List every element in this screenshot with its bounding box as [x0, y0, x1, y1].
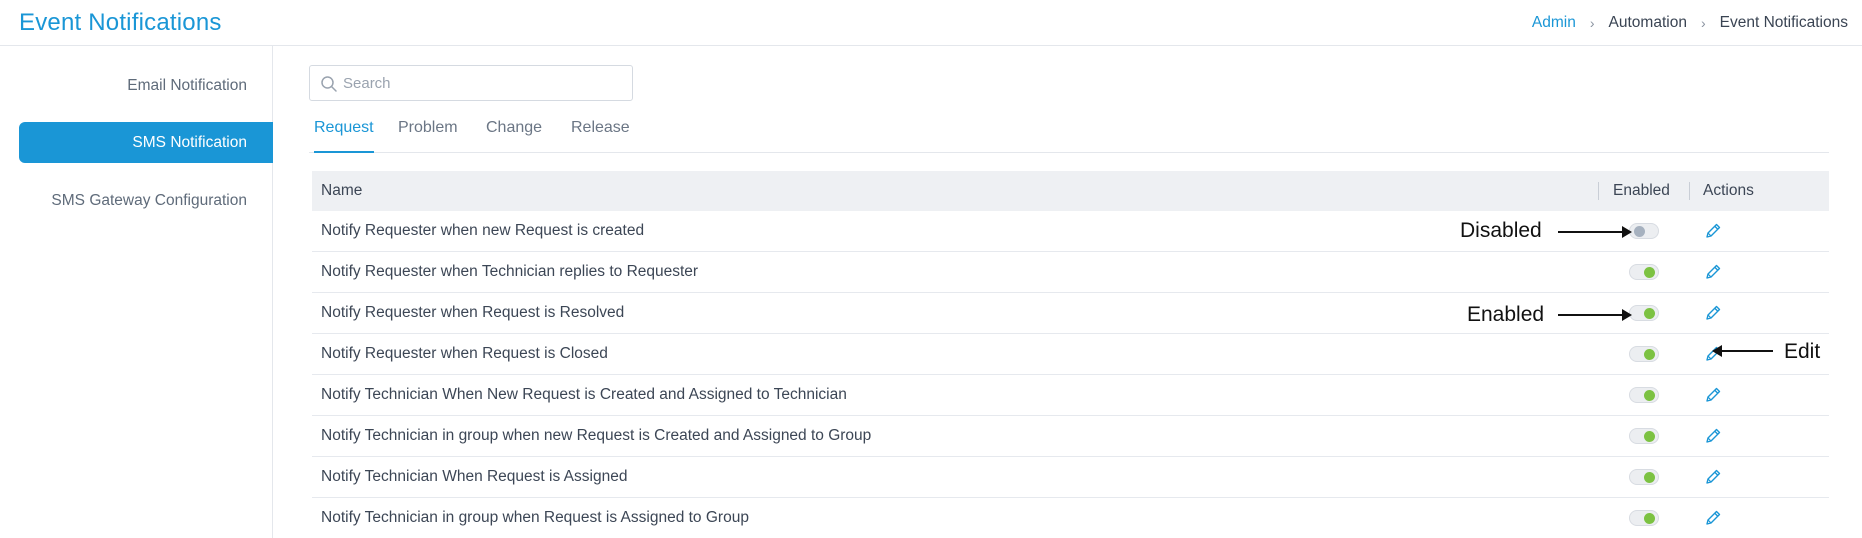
sidebar: Email Notification SMS Notification SMS … [0, 46, 273, 538]
table-row: Notify Technician in group when new Requ… [312, 416, 1829, 457]
breadcrumb: Admin › Automation › Event Notifications [1532, 14, 1848, 32]
annotation-arrow-left [1712, 345, 1773, 357]
pencil-icon[interactable] [1704, 386, 1722, 404]
enabled-toggle[interactable] [1629, 264, 1659, 280]
table-body: Notify Requester when new Request is cre… [312, 211, 1829, 538]
sidebar-item-sms-notification[interactable]: SMS Notification [19, 122, 273, 163]
tab-request[interactable]: Request [314, 119, 374, 153]
column-divider [1689, 182, 1690, 200]
toggle-knob [1644, 513, 1655, 524]
table-row: Notify Technician When New Request is Cr… [312, 375, 1829, 416]
search-icon [321, 76, 337, 92]
tab-change[interactable]: Change [486, 119, 542, 153]
enabled-toggle[interactable] [1629, 469, 1659, 485]
notification-name: Notify Requester when new Request is cre… [321, 222, 645, 239]
page-header: Event Notifications Admin › Automation ›… [0, 0, 1862, 46]
toggle-knob [1644, 431, 1655, 442]
enabled-toggle[interactable] [1629, 223, 1659, 239]
notification-name: Notify Requester when Request is Closed [321, 345, 608, 362]
notification-name: Notify Requester when Request is Resolve… [321, 304, 625, 321]
notifications-table: Name Enabled Actions Notify Requester wh… [312, 171, 1829, 538]
column-divider [1598, 182, 1599, 200]
pencil-icon[interactable] [1704, 263, 1722, 281]
sidebar-item-sms-gateway-configuration[interactable]: SMS Gateway Configuration [19, 180, 273, 221]
enabled-toggle[interactable] [1629, 305, 1659, 321]
annotation-arrow-right [1558, 226, 1632, 238]
pencil-icon[interactable] [1704, 222, 1722, 240]
chevron-right-icon: › [1589, 15, 1595, 31]
breadcrumb-automation[interactable]: Automation [1609, 14, 1687, 32]
notification-name: Notify Technician When New Request is Cr… [321, 386, 847, 403]
annotation-arrow-right [1558, 309, 1632, 321]
table-row: Notify Technician When Request is Assign… [312, 457, 1829, 498]
pencil-icon[interactable] [1704, 427, 1722, 445]
column-header-name: Name [321, 182, 363, 199]
table-row: Notify Requester when Technician replies… [312, 252, 1829, 293]
enabled-toggle[interactable] [1629, 510, 1659, 526]
pencil-icon[interactable] [1704, 509, 1722, 527]
column-header-enabled: Enabled [1613, 182, 1670, 199]
notification-name: Notify Technician in group when new Requ… [321, 427, 872, 444]
enabled-toggle[interactable] [1629, 428, 1659, 444]
breadcrumb-admin[interactable]: Admin [1532, 14, 1576, 32]
annotation-disabled-label: Disabled [1460, 219, 1542, 242]
annotation-edit-label: Edit [1784, 340, 1821, 363]
breadcrumb-current: Event Notifications [1719, 14, 1848, 31]
table-row: Notify Requester when Request is Closed [312, 334, 1829, 375]
pencil-icon[interactable] [1704, 468, 1722, 486]
page-title: Event Notifications [19, 9, 222, 36]
toggle-knob [1644, 349, 1655, 360]
annotation-enabled-label: Enabled [1467, 303, 1545, 326]
toggle-knob [1644, 267, 1655, 278]
notification-name: Notify Requester when Technician replies… [321, 263, 699, 280]
chevron-right-icon: › [1700, 15, 1706, 31]
tab-problem[interactable]: Problem [398, 119, 458, 153]
toggle-knob [1644, 308, 1655, 319]
enabled-toggle[interactable] [1629, 387, 1659, 403]
column-header-actions: Actions [1703, 182, 1754, 199]
search-input[interactable] [343, 66, 623, 100]
sidebar-item-email-notification[interactable]: Email Notification [19, 65, 273, 106]
enabled-toggle[interactable] [1629, 346, 1659, 362]
toggle-knob [1634, 226, 1645, 237]
notification-name: Notify Technician When Request is Assign… [321, 468, 628, 485]
search-box[interactable] [309, 65, 633, 101]
tab-release[interactable]: Release [571, 119, 630, 153]
tab-bar: Request Problem Change Release [309, 117, 1829, 153]
pencil-icon[interactable] [1704, 304, 1722, 322]
table-row: Notify Technician in group when Request … [312, 498, 1829, 538]
notification-name: Notify Technician in group when Request … [321, 509, 749, 526]
toggle-knob [1644, 390, 1655, 401]
table-header: Name Enabled Actions [312, 171, 1829, 211]
toggle-knob [1644, 472, 1655, 483]
